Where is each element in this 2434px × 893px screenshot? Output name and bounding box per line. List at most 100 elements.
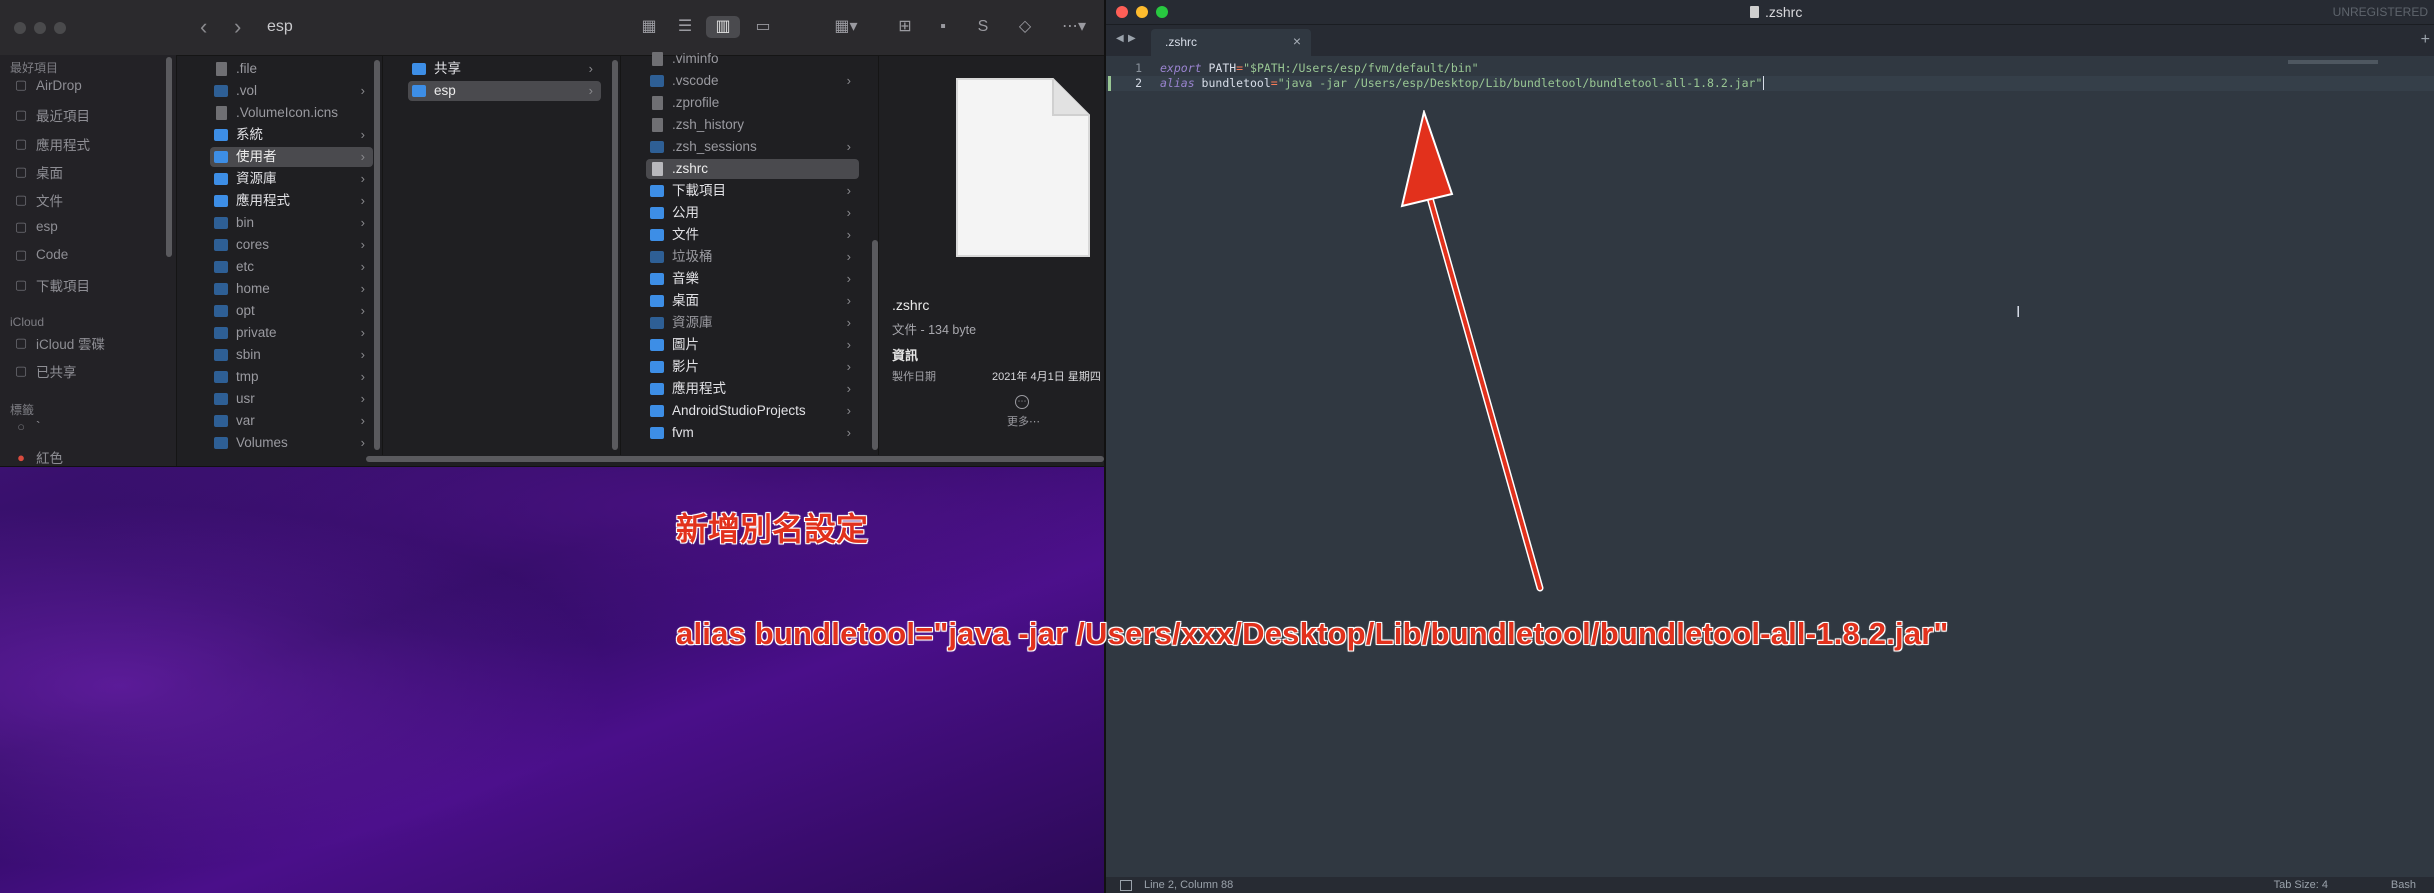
chevron-right-icon: › <box>846 359 851 374</box>
list-item[interactable]: .vscode › <box>646 71 859 91</box>
list-item[interactable]: private › <box>210 323 373 343</box>
list-item[interactable]: .VolumeIcon.icns <box>210 103 373 123</box>
icon-view-icon[interactable]: ▦ <box>636 16 662 38</box>
list-item[interactable]: 公用 › <box>646 203 859 223</box>
list-view-icon[interactable]: ☰ <box>672 16 698 38</box>
group-by-icon[interactable]: ▦▾ <box>826 16 866 38</box>
list-item[interactable]: var › <box>210 411 373 431</box>
code-line[interactable]: 1 export PATH="$PATH:/Users/esp/fvm/defau… <box>1106 61 2434 76</box>
preview-kind-size: 文件 - 134 byte <box>892 323 977 337</box>
sidebar-item[interactable]: ▢ AirDrop <box>14 77 82 93</box>
tag-icon[interactable]: ◇ <box>1012 16 1038 38</box>
list-item[interactable]: Volumes › <box>210 433 373 453</box>
sidebar-item[interactable]: ▢ 桌面 <box>14 162 63 182</box>
folder-icon <box>650 273 664 285</box>
sidebar-item[interactable]: ▢ iCloud 雲碟 <box>14 333 105 353</box>
status-panel-icon[interactable] <box>1120 880 1132 891</box>
folder-icon <box>650 317 664 329</box>
list-item[interactable]: 圖片 › <box>646 335 859 355</box>
forward-arrow-icon[interactable]: › <box>234 16 241 38</box>
tab-prev-icon[interactable]: ◀ <box>1116 33 1124 44</box>
tab-next-icon[interactable]: ▶ <box>1128 33 1136 44</box>
list-item[interactable]: 資源庫 › <box>210 169 373 189</box>
list-item[interactable]: 系統 › <box>210 125 373 145</box>
list-item[interactable]: .zprofile <box>646 93 859 113</box>
sidebar-scrollbar[interactable] <box>166 57 172 257</box>
list-item[interactable]: 使用者 › <box>210 147 373 167</box>
sidebar-item[interactable]: ▢ Code <box>14 247 68 263</box>
tab-zshrc[interactable]: .zshrc × <box>1151 29 1311 56</box>
item-label: 共享 <box>434 61 461 76</box>
sidebar-item[interactable]: ○ ` <box>14 419 40 434</box>
item-label: 文件 <box>672 227 699 242</box>
close-window-button[interactable] <box>14 22 26 34</box>
list-item[interactable]: bin › <box>210 213 373 233</box>
list-item[interactable]: .viminfo <box>646 49 859 69</box>
list-item[interactable]: usr › <box>210 389 373 409</box>
list-item[interactable]: .zsh_sessions › <box>646 137 859 157</box>
list-item[interactable]: .file <box>210 59 373 79</box>
horizontal-scrollbar[interactable] <box>366 456 1104 462</box>
list-item[interactable]: 垃圾桶 › <box>646 247 859 267</box>
zoom-window-button[interactable] <box>54 22 66 34</box>
terminal-icon[interactable]: ▪ <box>930 16 956 38</box>
folder-icon <box>650 405 664 417</box>
preview-created-label: 製作日期 <box>892 371 936 383</box>
status-tab-size[interactable]: Tab Size: 4 <box>2274 879 2328 891</box>
list-item[interactable]: 音樂 › <box>646 269 859 289</box>
new-tab-icon[interactable]: + <box>2421 31 2430 49</box>
list-item[interactable]: .vol › <box>210 81 373 101</box>
sidebar-item[interactable]: ▢ 已共享 <box>14 361 77 381</box>
list-item[interactable]: 下載項目 › <box>646 181 859 201</box>
list-item[interactable]: opt › <box>210 301 373 321</box>
list-item[interactable]: AndroidStudioProjects › <box>646 401 859 421</box>
list-item[interactable]: sbin › <box>210 345 373 365</box>
more-actions-icon[interactable]: ⋯▾ <box>1054 16 1094 38</box>
back-arrow-icon[interactable]: ‹ <box>200 16 207 38</box>
folder-icon <box>214 305 228 317</box>
shared-folder-icon: ▢ <box>14 363 28 378</box>
document-small-icon <box>1750 6 1759 18</box>
editor-close-button[interactable] <box>1116 6 1128 18</box>
sidebar-item[interactable]: ▢ 應用程式 <box>14 134 90 154</box>
sidebar-item[interactable]: ▢ esp <box>14 219 58 235</box>
column-root-scrollbar[interactable] <box>374 60 380 450</box>
code-line[interactable]: 2 alias bundletool="java -jar /Users/esp/… <box>1106 76 2434 91</box>
list-item[interactable]: etc › <box>210 257 373 277</box>
item-label: Volumes <box>236 435 288 450</box>
list-item[interactable]: tmp › <box>210 367 373 387</box>
preview-more-button[interactable]: 更多⋯ <box>1007 413 1040 429</box>
new-folder-icon[interactable]: ⊞ <box>892 16 918 38</box>
list-item[interactable]: .zshrc <box>646 159 859 179</box>
list-item[interactable]: 資源庫 › <box>646 313 859 333</box>
list-item[interactable]: cores › <box>210 235 373 255</box>
list-item[interactable]: esp › <box>408 81 601 101</box>
annotation-title: 新增別名設定 <box>676 511 869 547</box>
list-item[interactable]: 應用程式 › <box>210 191 373 211</box>
list-item[interactable]: .zsh_history <box>646 115 859 135</box>
gallery-view-icon[interactable]: ▭ <box>750 16 776 38</box>
column-view-icon[interactable]: ▥ <box>706 16 740 38</box>
list-item[interactable]: fvm › <box>646 423 859 443</box>
sidebar-item[interactable]: ▢ 文件 <box>14 190 63 210</box>
editor-minimize-button[interactable] <box>1136 6 1148 18</box>
sidebar-item[interactable]: ▢ 最近項目 <box>14 105 90 125</box>
sidebar-item[interactable]: ● 紅色 <box>14 447 63 467</box>
more-circle-icon[interactable]: ⋯ <box>1015 395 1029 409</box>
minimap[interactable] <box>2288 60 2378 64</box>
status-syntax[interactable]: Bash <box>2391 879 2416 891</box>
minimize-window-button[interactable] <box>34 22 46 34</box>
tab-close-icon[interactable]: × <box>1293 33 1301 49</box>
list-item[interactable]: 共享 › <box>408 59 601 79</box>
list-item[interactable]: home › <box>210 279 373 299</box>
chevron-right-icon: › <box>360 347 365 362</box>
sidebar-item[interactable]: ▢ 下載項目 <box>14 275 90 295</box>
list-item[interactable]: 應用程式 › <box>646 379 859 399</box>
sublime-icon[interactable]: S <box>970 16 996 38</box>
list-item[interactable]: 影片 › <box>646 357 859 377</box>
list-item[interactable]: 文件 › <box>646 225 859 245</box>
column-users-scrollbar[interactable] <box>612 60 618 450</box>
list-item[interactable]: 桌面 › <box>646 291 859 311</box>
item-label: cores <box>236 237 270 252</box>
editor-zoom-button[interactable] <box>1156 6 1168 18</box>
